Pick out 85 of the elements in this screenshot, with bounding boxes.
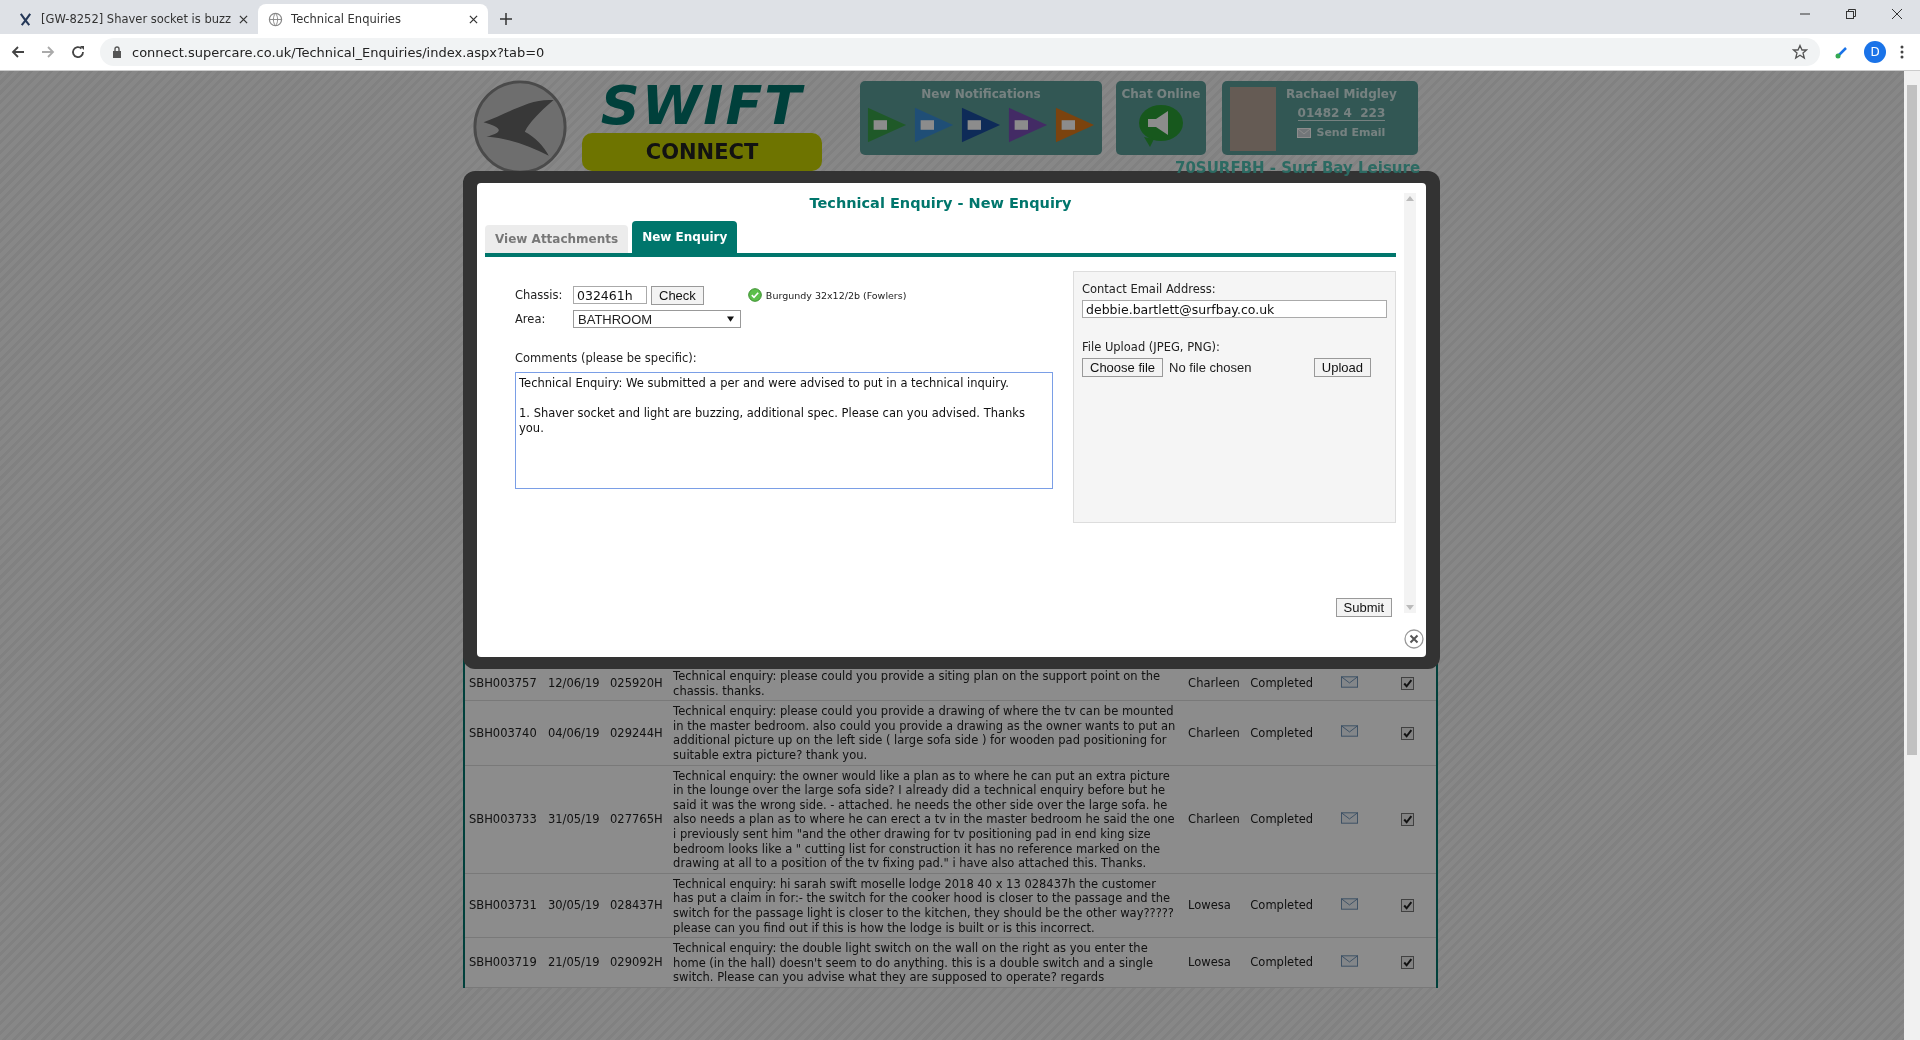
reload-icon[interactable] bbox=[70, 44, 86, 60]
table-cell: SBH003733 bbox=[464, 765, 544, 874]
comments-field[interactable]: Technical Enquiry: We submitted a per and were advised to put in a technical inquiry. 1. Shaver socket and light are buzzing, additional spec. Please can you advised. Thanks you. bbox=[515, 372, 1053, 489]
checkbox[interactable] bbox=[1400, 677, 1414, 691]
table-cell: Technical enquiry: the owner would like a plan as to where he can put an extra picture in the lounge over the large sofa side? I already did a technical enquiry before but he said it was the wrong side. - attached. he needs the other side over the large sofa. he also needs a plan as to where he can erect a tv in the master bedroom he said the one i previously sent him "and the other drawing for tv positioning pad in end king size bedroom looks like a " cutting list for construction it has no reference marked on the drawing at all to a position of the tv fixing pad." i have also attached this. Thanks. bbox=[669, 765, 1185, 874]
scrollbar[interactable] bbox=[1904, 71, 1920, 1040]
vehicle-name: Burgundy 32x12/2b (Fowlers) bbox=[765, 289, 907, 301]
email-field[interactable]: debbie.bartlett@surfbay.co.uk bbox=[1082, 300, 1387, 318]
checkmark-icon bbox=[747, 288, 762, 302]
table-cell: Completed bbox=[1246, 873, 1320, 938]
table-cell: 029092H bbox=[606, 937, 670, 988]
envelope-icon[interactable] bbox=[1340, 897, 1358, 910]
table-cell: Lowesa bbox=[1184, 873, 1247, 938]
table-cell: 30/05/19 bbox=[543, 873, 607, 938]
checkbox[interactable] bbox=[1400, 956, 1414, 970]
tab[interactable]: New Enquiry bbox=[632, 221, 738, 253]
chassis-field[interactable]: 032461h bbox=[573, 286, 647, 304]
dialog-title: Technical Enquiry - New Enquiry bbox=[808, 194, 1073, 213]
triangle-icon[interactable] bbox=[866, 105, 908, 145]
table-cell: 21/05/19 bbox=[543, 937, 607, 988]
megaphone-icon bbox=[1136, 103, 1186, 147]
contact-phone: 01482 4 223 bbox=[1297, 106, 1386, 121]
contact-name: Rachael Midgley bbox=[1286, 87, 1397, 101]
table-cell: Completed bbox=[1246, 700, 1320, 766]
table-cell: 029244H bbox=[606, 700, 670, 766]
check-button[interactable]: Check bbox=[651, 285, 704, 305]
submit-button[interactable]: Submit bbox=[1335, 598, 1392, 617]
caret-icon bbox=[727, 316, 734, 322]
envelope-icon[interactable] bbox=[1340, 955, 1358, 967]
table-cell: Lowesa bbox=[1184, 937, 1247, 988]
browser-tab[interactable]: Technical Enquiries bbox=[258, 4, 489, 34]
upload-button[interactable]: Upload bbox=[1313, 358, 1371, 377]
envelope-icon[interactable] bbox=[1340, 811, 1358, 824]
menu-icon[interactable] bbox=[1900, 44, 1904, 60]
table-cell: 027765H bbox=[606, 765, 670, 874]
star-icon[interactable] bbox=[1792, 44, 1808, 60]
file-status: No file chosen bbox=[1169, 360, 1253, 375]
triangle-icon[interactable] bbox=[1054, 105, 1096, 145]
table-cell: 31/05/19 bbox=[543, 765, 607, 874]
forward-icon[interactable] bbox=[40, 44, 56, 60]
triangle-icon[interactable] bbox=[960, 105, 1002, 145]
field-label: File Upload (JPEG, PNG): bbox=[1082, 340, 1221, 354]
profile-avatar[interactable]: D bbox=[1864, 41, 1886, 63]
checkbox[interactable] bbox=[1400, 813, 1414, 827]
table-cell: Completed bbox=[1246, 765, 1320, 874]
logo-tagline: CONNECT bbox=[582, 133, 822, 171]
new-tab-icon[interactable] bbox=[500, 13, 513, 25]
logo-wordmark: SWIFT bbox=[600, 83, 804, 129]
field-label: Area: bbox=[515, 312, 547, 326]
table-cell: Technical enquiry: the double light switch on the wall on the right as you enter the home (in the hall) doesn't seem to do anything. this is a double switch and a single switch. Please can you advise what they are supposed to operate? regards bbox=[669, 937, 1185, 988]
table-cell: Charleen bbox=[1184, 700, 1247, 766]
table-cell: Technical enquiry: hi sarah swift moselle lodge 2018 40 x 13 028437h the customer has put a claim in for:- the switch for the cooker hood is closer to the passage and the switch for the passage light is closer to the kitchen, they should be the other way????? please can you find out if this is how the lodge is built or is this incorrect. bbox=[669, 873, 1185, 938]
table-cell: Technical enquiry: please could you provide a drawing of where the tv can be mounted in the master bedroom. also could you provide a drawing as the owner wants to put an additional picture up on the left side ( large sofa side ) for wooden pad positioning for suitable extra picture? thank you. bbox=[669, 700, 1185, 766]
area-dropdown[interactable]: BATHROOM bbox=[573, 310, 741, 328]
tab[interactable]: View Attachments bbox=[485, 225, 629, 253]
table-cell: SBH003719 bbox=[464, 937, 544, 988]
close-icon[interactable] bbox=[469, 14, 479, 24]
choose-file-button[interactable]: Choose file bbox=[1082, 358, 1164, 377]
close-icon[interactable] bbox=[239, 14, 249, 24]
address-bar[interactable]: connect.supercare.co.uk/Technical_Enquiries/index.aspx?tab=0 bbox=[100, 38, 1820, 66]
table-cell: 04/06/19 bbox=[543, 700, 607, 766]
envelope-icon[interactable] bbox=[1340, 725, 1358, 738]
checkbox[interactable] bbox=[1400, 726, 1414, 740]
triangle-icon[interactable] bbox=[913, 105, 955, 145]
browser-tab[interactable]: [GW-8252] Shaver socket is buzz bbox=[8, 4, 259, 34]
field-label: Contact Email Address: bbox=[1082, 282, 1217, 296]
globe-icon bbox=[268, 11, 284, 27]
extension-icon[interactable] bbox=[1834, 44, 1850, 60]
table-cell: SBH003731 bbox=[464, 873, 544, 938]
photo-placeholder bbox=[1230, 87, 1276, 151]
table-cell: Completed bbox=[1246, 937, 1320, 988]
envelope-icon bbox=[1297, 127, 1312, 138]
triangle-icon[interactable] bbox=[1007, 105, 1049, 145]
envelope-icon[interactable] bbox=[1340, 675, 1358, 688]
lock-icon bbox=[112, 46, 122, 58]
panel-title: New Notifications bbox=[920, 86, 1042, 101]
field-label: Comments (please be specific): bbox=[515, 351, 698, 365]
checkbox[interactable] bbox=[1400, 899, 1414, 913]
table-cell: 028437H bbox=[606, 873, 670, 938]
back-icon[interactable] bbox=[10, 44, 26, 60]
field-label: Chassis: bbox=[515, 288, 564, 302]
table-cell: SBH003740 bbox=[464, 700, 544, 766]
table-cell: Charleen bbox=[1184, 765, 1247, 874]
panel-title: Chat Online bbox=[1121, 86, 1201, 101]
close-icon[interactable] bbox=[1404, 629, 1424, 649]
